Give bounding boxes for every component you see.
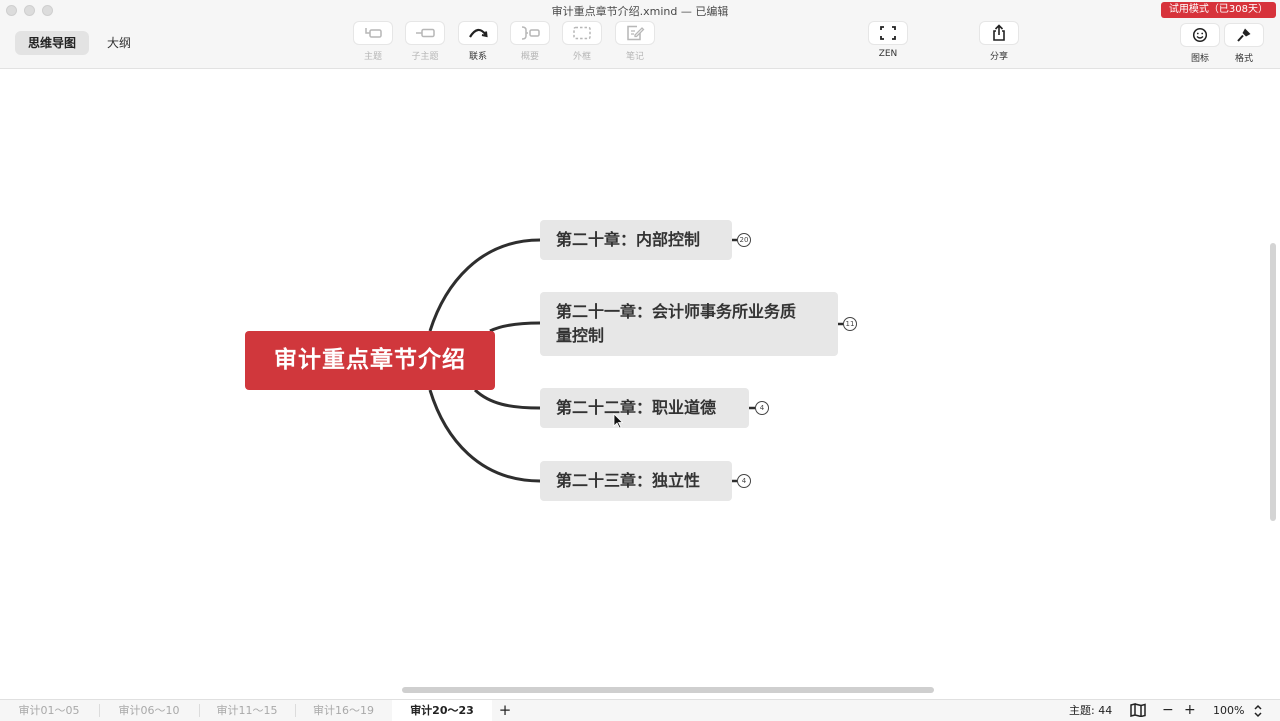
topic-title: 第二十二章：职业道德 <box>556 398 717 417</box>
subtopic-icon <box>416 28 435 38</box>
tab-outline[interactable]: 大纲 <box>94 31 144 55</box>
add-sheet-button[interactable]: + <box>494 700 516 721</box>
window-title: 审计重点章节介绍.xmind — 已编辑 <box>551 5 729 18</box>
format-label: 格式 <box>1234 54 1253 64</box>
boundary-button[interactable]: 外框 <box>559 22 605 62</box>
collapsed-count-badge[interactable]: 4 <box>737 474 751 488</box>
sheet-tab-bar: 审计01～05 审计06～10 审计11～15 审计16～19 审计20～23 … <box>0 699 1280 721</box>
connector-4 <box>428 389 541 483</box>
topic-chapter-21[interactable]: 第二十一章：会计师事务所业务质 量控制 <box>540 292 838 356</box>
zoom-in-button[interactable]: + <box>1184 700 1196 721</box>
mindmap-canvas[interactable]: 审计重点章节介绍 第二十章：内部控制 20 第二十一章：会计师事务所业务质 量控… <box>0 69 1280 693</box>
icons-panel-button[interactable]: 图标 <box>1177 24 1223 64</box>
collapsed-count-badge[interactable]: 20 <box>737 233 751 247</box>
subtopic-button[interactable]: 子主题 <box>402 22 448 62</box>
collapsed-count-badge[interactable]: 4 <box>755 401 769 415</box>
topic-chapter-23[interactable]: 第二十三章：独立性 <box>540 461 732 501</box>
format-panel-button[interactable]: 格式 <box>1221 24 1267 64</box>
zoom-out-button[interactable]: − <box>1162 700 1174 721</box>
topic-title: 第二十三章：独立性 <box>556 471 701 490</box>
fullscreen-icon <box>880 26 896 40</box>
title-toolbar: 审计重点章节介绍.xmind — 已编辑 试用模式（已308天） 思维导图 大纲… <box>0 0 1280 69</box>
sheet-tab-4[interactable]: 审计16～19 <box>296 700 391 721</box>
sheet-tab-2[interactable]: 审计06～10 <box>100 700 198 721</box>
tab-mindmap[interactable]: 思维导图 <box>15 31 90 55</box>
branch-connectors <box>428 238 843 483</box>
topic-title-line2: 量控制 <box>556 326 605 345</box>
horizontal-scrollbar[interactable] <box>402 687 934 693</box>
sheet-tab-3[interactable]: 审计11～15 <box>200 700 294 721</box>
zen-label: ZEN <box>878 49 898 59</box>
relationship-icon <box>469 28 488 38</box>
collapsed-count-badge[interactable]: 11 <box>843 317 857 331</box>
boundary-icon <box>573 26 591 40</box>
topic-count: 主题: 44 <box>1069 704 1113 717</box>
subtopic-label: 子主题 <box>411 52 439 62</box>
map-view-icon[interactable] <box>1130 703 1146 717</box>
notes-label: 笔记 <box>625 52 644 62</box>
sheet-tab-1[interactable]: 审计01～05 <box>0 700 98 721</box>
connector-2 <box>489 321 541 333</box>
share-label: 分享 <box>989 52 1008 62</box>
trial-mode-badge[interactable]: 试用模式（已308天） <box>1160 2 1276 18</box>
topic-chapter-20[interactable]: 第二十章：内部控制 <box>540 220 732 260</box>
share-icon <box>993 24 1005 41</box>
share-button[interactable]: 分享 <box>976 22 1022 62</box>
zoom-level[interactable]: 100% <box>1213 700 1244 721</box>
boundary-label: 外框 <box>572 52 591 62</box>
smiley-icon <box>1192 27 1208 43</box>
topic-icon <box>365 28 382 38</box>
topic-chapter-22[interactable]: 第二十二章：职业道德 <box>540 388 749 428</box>
summary-label: 概要 <box>520 52 539 62</box>
relationship-button[interactable]: 联系 <box>455 22 501 62</box>
summary-icon <box>521 26 540 40</box>
vertical-scrollbar[interactable] <box>1270 243 1276 521</box>
topic-button[interactable]: 主题 <box>350 22 396 62</box>
icons-label: 图标 <box>1190 54 1209 64</box>
zoom-stepper-icon[interactable] <box>1253 704 1263 718</box>
summary-button[interactable]: 概要 <box>507 22 553 62</box>
topic-label: 主题 <box>363 52 382 62</box>
notes-button[interactable]: 笔记 <box>612 22 658 62</box>
notes-icon <box>627 25 645 41</box>
connector-1 <box>428 238 541 332</box>
zen-mode-button[interactable]: ZEN <box>865 22 911 59</box>
brush-icon <box>1237 28 1251 42</box>
central-topic[interactable]: 审计重点章节介绍 <box>245 331 495 390</box>
topic-title: 第二十章：内部控制 <box>556 230 701 249</box>
topic-title-line1: 第二十一章：会计师事务所业务质 <box>556 302 797 321</box>
relationship-label: 联系 <box>468 52 487 62</box>
mouse-cursor-icon <box>613 413 623 429</box>
sheet-tab-5[interactable]: 审计20～23 <box>392 700 492 721</box>
connector-3 <box>473 388 541 410</box>
